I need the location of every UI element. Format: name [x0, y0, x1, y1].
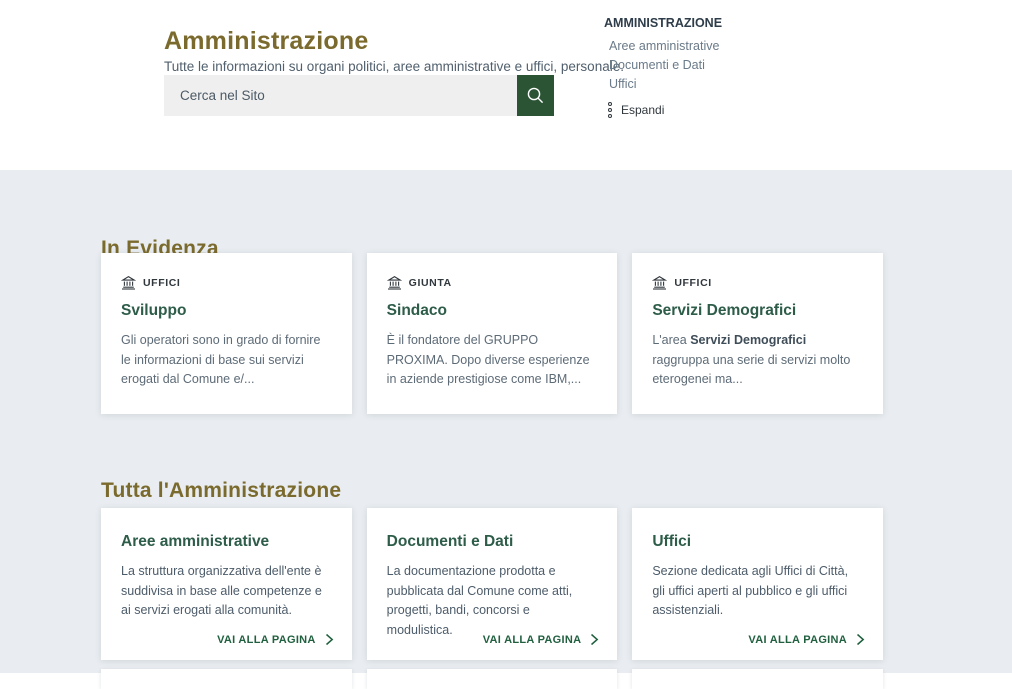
section-nav: AMMINISTRAZIONE Aree amministrative Docu… [604, 16, 804, 118]
partial-card [632, 669, 883, 689]
expand-button[interactable]: Espandi [608, 102, 804, 118]
bank-icon [387, 275, 402, 290]
partial-cards-row [101, 669, 883, 689]
highlight-card-sviluppo[interactable]: UFFICI Sviluppo Gli operatori sono in gr… [101, 253, 352, 414]
card-description: L'area Servizi Demografici raggruppa una… [652, 331, 863, 390]
partial-card [367, 669, 618, 689]
bank-icon [121, 275, 136, 290]
highlight-card-sindaco[interactable]: GIUNTA Sindaco È il fondatore del GRUPPO… [367, 253, 618, 414]
site-search-bar [164, 75, 554, 116]
expand-label: Espandi [621, 103, 664, 117]
page-subtitle: Tutte le informazioni su organi politici… [164, 59, 624, 74]
search-input[interactable] [164, 75, 517, 116]
card-title-link[interactable]: Sindaco [387, 302, 598, 320]
chevron-right-icon [856, 633, 865, 646]
go-to-page-link[interactable]: VAI ALLA PAGINA [483, 633, 600, 646]
section-nav-title: AMMINISTRAZIONE [604, 16, 804, 30]
card-category: UFFICI [121, 275, 332, 290]
go-to-page-label: VAI ALLA PAGINA [217, 634, 316, 646]
card-category-label: UFFICI [674, 277, 711, 289]
all-administration-cards-row: Aree amministrative La struttura organiz… [101, 508, 883, 660]
section-nav-item-documenti-e-dati[interactable]: Documenti e Dati [609, 59, 804, 72]
card-title-link[interactable]: Servizi Demografici [652, 302, 863, 320]
chevron-right-icon [325, 633, 334, 646]
card-title-link[interactable]: Uffici [652, 533, 863, 551]
card-description: È il fondatore del GRUPPO PROXIMA. Dopo … [387, 331, 598, 390]
card-category-label: UFFICI [143, 277, 180, 289]
nav-card-documenti-e-dati: Documenti e Dati La documentazione prodo… [367, 508, 618, 660]
card-description: La documentazione prodotta e pubblicata … [387, 562, 598, 640]
card-description: Gli operatori sono in grado di fornire l… [121, 331, 332, 390]
highlights-cards-row: UFFICI Sviluppo Gli operatori sono in gr… [101, 253, 883, 414]
all-administration-heading: Tutta l'Amministrazione [101, 479, 341, 503]
administration-page: Amministrazione Tutte le informazioni su… [0, 0, 1012, 673]
magnifier-icon [526, 86, 545, 105]
go-to-page-link[interactable]: VAI ALLA PAGINA [748, 633, 865, 646]
card-description: Sezione dedicata agli Uffici di Città, g… [652, 562, 863, 621]
card-category: GIUNTA [387, 275, 598, 290]
go-to-page-link[interactable]: VAI ALLA PAGINA [217, 633, 334, 646]
partial-card [101, 669, 352, 689]
card-description: La struttura organizzativa dell'ente è s… [121, 562, 332, 621]
search-button[interactable] [517, 75, 554, 116]
bank-icon [652, 275, 667, 290]
go-to-page-label: VAI ALLA PAGINA [483, 634, 582, 646]
section-nav-item-uffici[interactable]: Uffici [609, 78, 804, 91]
kebab-dots-icon [608, 102, 612, 118]
card-title-link[interactable]: Aree amministrative [121, 533, 332, 551]
section-nav-item-aree-amministrative[interactable]: Aree amministrative [609, 40, 804, 53]
page-title: Amministrazione [164, 27, 368, 56]
card-description-bold: Servizi Demografici [690, 333, 806, 347]
card-title-link[interactable]: Documenti e Dati [387, 533, 598, 551]
card-title-link[interactable]: Sviluppo [121, 302, 332, 320]
nav-card-uffici: Uffici Sezione dedicata agli Uffici di C… [632, 508, 883, 660]
card-category: UFFICI [652, 275, 863, 290]
chevron-right-icon [590, 633, 599, 646]
card-category-label: GIUNTA [409, 277, 452, 289]
nav-card-aree-amministrative: Aree amministrative La struttura organiz… [101, 508, 352, 660]
go-to-page-label: VAI ALLA PAGINA [748, 634, 847, 646]
highlight-card-servizi-demografici[interactable]: UFFICI Servizi Demografici L'area Serviz… [632, 253, 883, 414]
